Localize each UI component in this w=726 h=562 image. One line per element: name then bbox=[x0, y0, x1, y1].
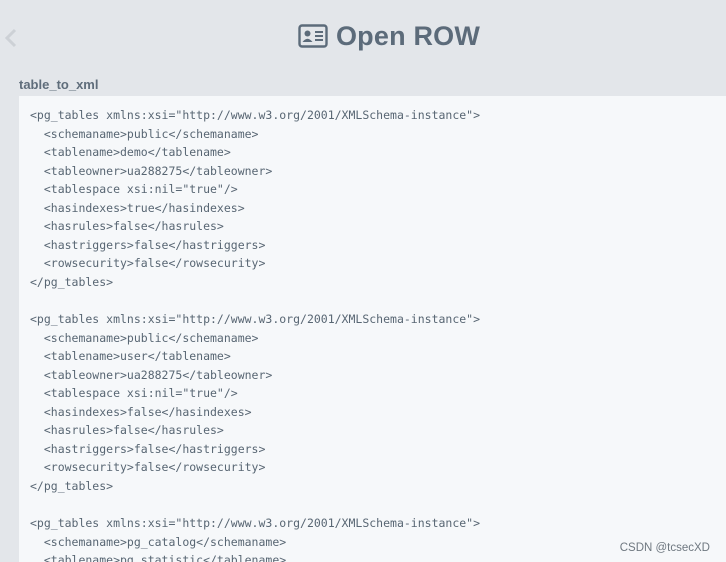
code-line: <tablename>user</tablename> bbox=[30, 349, 231, 364]
code-line: <rowsecurity>false</rowsecurity> bbox=[30, 256, 266, 271]
xml-output-panel[interactable]: <pg_tables xmlns:xsi="http://www.w3.org/… bbox=[19, 96, 726, 562]
code-line: <pg_tables xmlns:xsi="http://www.w3.org/… bbox=[30, 108, 481, 122]
code-line: <schemaname>pg_catalog</schemaname> bbox=[30, 534, 287, 549]
code-line: <tablename>pg_statistic</tablename> bbox=[30, 553, 287, 562]
code-line: <hasindexes>true</hasindexes> bbox=[30, 200, 245, 215]
section-label: table_to_xml bbox=[19, 77, 99, 92]
code-line: <tablespace xsi:nil="true"/> bbox=[30, 386, 238, 401]
watermark: CSDN @tcsecXD bbox=[619, 542, 710, 554]
code-line: <tablename>demo</tablename> bbox=[30, 145, 231, 160]
page-header: Open ROW bbox=[0, 16, 726, 56]
code-line: <tableowner>ua288275</tableowner> bbox=[30, 367, 273, 382]
code-line: </pg_tables> bbox=[30, 478, 114, 493]
code-line: <hastriggers>false</hastriggers> bbox=[30, 237, 266, 252]
xml-code-block: <pg_tables xmlns:xsi="http://www.w3.org/… bbox=[30, 106, 480, 562]
code-line: <hasindexes>false</hasindexes> bbox=[30, 404, 252, 419]
code-line: <rowsecurity>false</rowsecurity> bbox=[30, 460, 266, 475]
code-line: <tableowner>ua288275</tableowner> bbox=[30, 163, 273, 178]
page-title: Open ROW bbox=[335, 20, 481, 51]
code-line: <pg_tables xmlns:xsi="http://www.w3.org/… bbox=[30, 312, 481, 327]
code-line: <schemaname>public</schemaname> bbox=[30, 126, 259, 141]
code-line: <hasrules>false</hasrules> bbox=[30, 219, 224, 234]
id-card-icon bbox=[298, 24, 328, 48]
code-line: <hastriggers>false</hastriggers> bbox=[30, 441, 266, 456]
header-title-group: Open ROW bbox=[298, 21, 480, 52]
code-line: <tablespace xsi:nil="true"/> bbox=[30, 182, 238, 197]
code-line: <schemaname>public</schemaname> bbox=[30, 330, 259, 345]
code-line: </pg_tables> bbox=[30, 274, 114, 289]
code-line: <pg_tables xmlns:xsi="http://www.w3.org/… bbox=[30, 516, 481, 531]
code-line: <hasrules>false</hasrules> bbox=[30, 423, 224, 438]
